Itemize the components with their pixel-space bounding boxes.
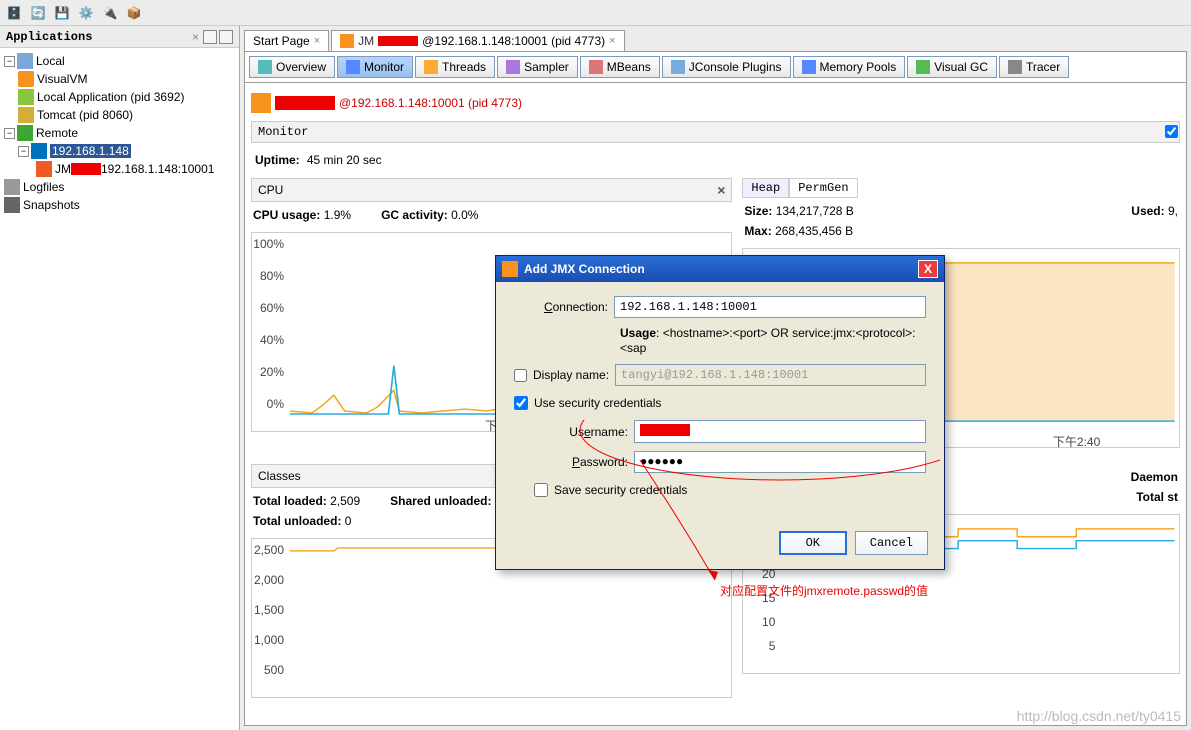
heap-tab[interactable]: Heap: [742, 178, 789, 198]
tree-jmx-node[interactable]: JM192.168.1.148:10001: [4, 160, 235, 178]
monitor-section-label: Monitor: [251, 121, 1180, 143]
subtab-mempools[interactable]: Memory Pools: [793, 56, 906, 78]
sidebar: Applications × −Local VisualVM Local App…: [0, 26, 240, 730]
dialog-close-button[interactable]: X: [918, 260, 938, 278]
subtab-mbeans[interactable]: MBeans: [580, 56, 660, 78]
applications-tree: −Local VisualVM Local Application (pid 3…: [0, 48, 239, 218]
tree-host[interactable]: −192.168.1.148: [4, 142, 235, 160]
watermark: http://blog.csdn.net/ty0415: [1017, 708, 1181, 724]
cpu-check[interactable]: [1165, 125, 1178, 138]
tree-remote[interactable]: −Remote: [4, 124, 235, 142]
tree-snapshots[interactable]: Snapshots: [4, 196, 235, 214]
checkbox-row[interactable]: [1165, 125, 1178, 138]
use-security-checkbox[interactable]: [514, 396, 528, 410]
cpu-title: CPU: [258, 183, 283, 197]
username-redacted: [640, 424, 690, 436]
mbeans-icon: [589, 60, 603, 74]
db-icon[interactable]: 🗄️: [4, 3, 24, 23]
display-name-checkbox[interactable]: [514, 369, 527, 382]
subtab-monitor[interactable]: Monitor: [337, 56, 413, 78]
save-icon[interactable]: 💾: [52, 3, 72, 23]
tree-visualvm[interactable]: VisualVM: [4, 70, 235, 88]
monitor-subtabs: Overview Monitor Threads Sampler MBeans …: [244, 51, 1187, 83]
toolbar: 🗄️ 🔄 💾 ⚙️ 🔌 📦: [0, 0, 1191, 26]
plugin-icon[interactable]: 🔌: [100, 3, 120, 23]
tab-connection[interactable]: JM@192.168.1.148:10001 (pid 4773)×: [331, 30, 624, 51]
usage-hint: Usage: <hostname>:<port> OR service:jmx:…: [620, 326, 926, 356]
classes-title: Classes: [258, 469, 301, 483]
dialog-title-text: Add JMX Connection: [524, 262, 645, 276]
subtab-overview[interactable]: Overview: [249, 56, 335, 78]
sampler-icon: [506, 60, 520, 74]
refresh-icon[interactable]: 🔄: [28, 3, 48, 23]
cpu-panel-header: CPU ×: [251, 178, 732, 202]
uptime: Uptime: 45 min 20 sec: [255, 153, 1176, 168]
tracer-icon: [1008, 60, 1022, 74]
jconsole-icon: [671, 60, 685, 74]
save-security-checkbox[interactable]: [534, 483, 548, 497]
tab-start-page[interactable]: Start Page×: [244, 30, 329, 51]
connection-input[interactable]: [614, 296, 926, 318]
password-input[interactable]: [634, 451, 926, 473]
tree-logfiles[interactable]: Logfiles: [4, 178, 235, 196]
overview-icon: [258, 60, 272, 74]
subtab-threads[interactable]: Threads: [415, 56, 495, 78]
subtab-tracer[interactable]: Tracer: [999, 56, 1069, 78]
subtab-jconsole[interactable]: JConsole Plugins: [662, 56, 791, 78]
close-icon[interactable]: ×: [314, 35, 320, 47]
subtab-sampler[interactable]: Sampler: [497, 56, 578, 78]
page-title: @192.168.1.148:10001 (pid 4773): [251, 89, 1180, 117]
display-name-input: [615, 364, 926, 386]
gear-icon[interactable]: ⚙️: [76, 3, 96, 23]
monitor-icon: [346, 60, 360, 74]
sidebar-title: Applications: [6, 30, 192, 44]
editor-tabs: Start Page× JM@192.168.1.148:10001 (pid …: [240, 26, 1191, 51]
app-icon: [251, 93, 271, 113]
tree-local[interactable]: −Local: [4, 52, 235, 70]
dialog-icon: [502, 261, 518, 277]
cancel-button[interactable]: Cancel: [855, 531, 928, 555]
permgen-tab[interactable]: PermGen: [789, 178, 857, 198]
subtab-visualgc[interactable]: Visual GC: [907, 56, 997, 78]
threads-icon: [424, 60, 438, 74]
sidebar-close-icon[interactable]: ×: [192, 30, 199, 44]
heap-tabs: Heap PermGen: [742, 178, 1180, 198]
add-jmx-dialog: Add JMX Connection X Connection: Usage: …: [495, 255, 945, 570]
box-icon[interactable]: 📦: [124, 3, 144, 23]
ok-button[interactable]: OK: [779, 531, 847, 555]
sidebar-opt-icon[interactable]: [219, 30, 233, 44]
visualgc-icon: [916, 60, 930, 74]
dialog-titlebar[interactable]: Add JMX Connection X: [496, 256, 944, 282]
sidebar-min-icon[interactable]: [203, 30, 217, 44]
close-icon[interactable]: ×: [609, 35, 615, 47]
mempools-icon: [802, 60, 816, 74]
tree-local-app[interactable]: Local Application (pid 3692): [4, 88, 235, 106]
close-icon[interactable]: ×: [717, 182, 725, 198]
tree-tomcat[interactable]: Tomcat (pid 8060): [4, 106, 235, 124]
